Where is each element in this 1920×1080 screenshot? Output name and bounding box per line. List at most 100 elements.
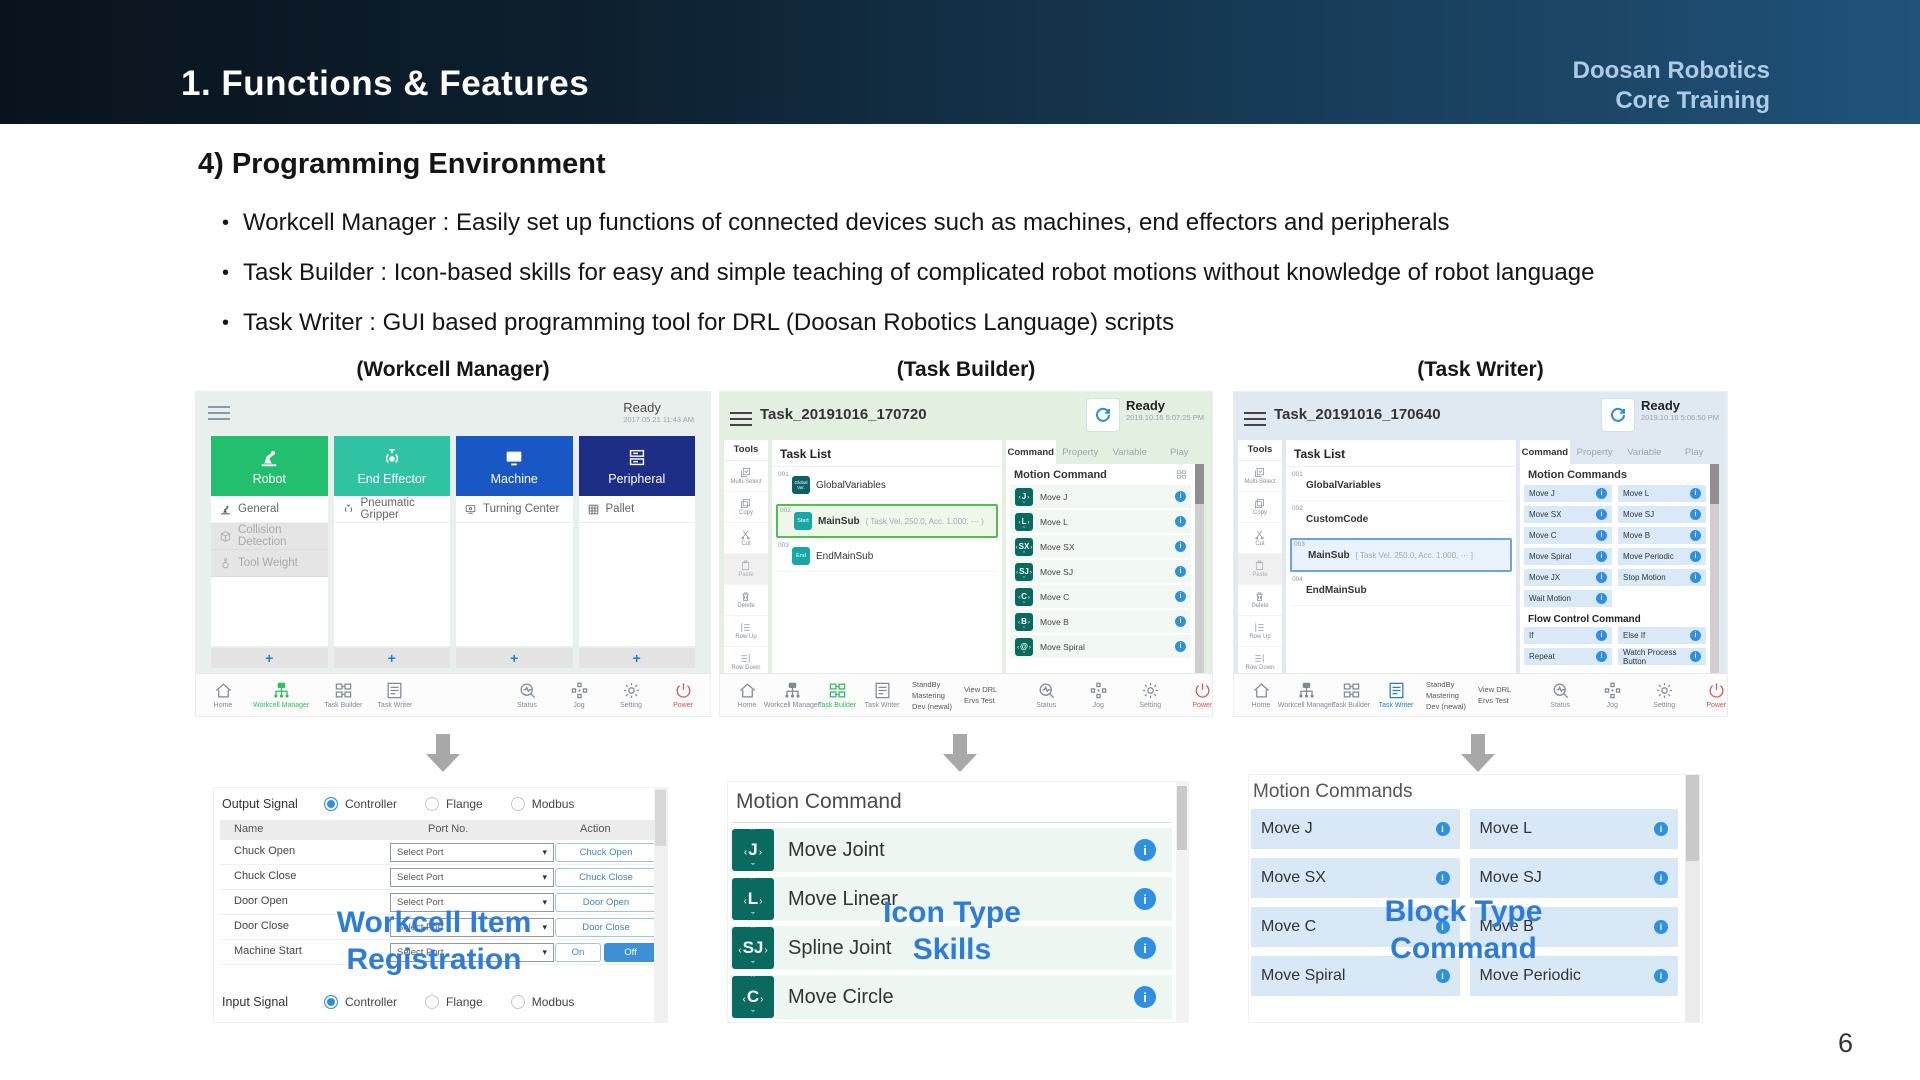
- toolbar-item-home[interactable]: Home: [208, 681, 238, 709]
- toolbar-item-workcell-manager[interactable]: Workcell Manager: [253, 681, 309, 709]
- task-row[interactable]: 001 GlobalVariables: [1290, 470, 1512, 501]
- info-icon[interactable]: [1690, 509, 1701, 520]
- info-icon[interactable]: [1654, 871, 1668, 885]
- port-select[interactable]: Select Port: [390, 868, 554, 887]
- tab-variable[interactable]: Variable: [1105, 440, 1155, 464]
- grid-view-icon[interactable]: [1176, 469, 1187, 480]
- toolbar-item-status[interactable]: Status: [512, 681, 542, 709]
- info-icon[interactable]: [1596, 593, 1607, 604]
- list-item[interactable]: Turning Center: [456, 496, 573, 523]
- tab-property[interactable]: Property: [1056, 440, 1106, 464]
- command-block[interactable]: If: [1524, 627, 1612, 644]
- delete-button[interactable]: Delete: [724, 585, 768, 616]
- toolbar-item-home[interactable]: Home: [732, 681, 762, 709]
- command-block[interactable]: Repeat: [1524, 648, 1612, 665]
- info-icon[interactable]: [1596, 509, 1607, 520]
- toolbar-item-home[interactable]: Home: [1246, 681, 1276, 709]
- task-row[interactable]: 001 Global Var.GlobalVariables: [776, 470, 998, 501]
- toolbar-item-power[interactable]: Power: [668, 681, 698, 709]
- row-down-button[interactable]: Row Down: [724, 647, 768, 674]
- command-item[interactable]: SJMove SJ: [1010, 560, 1191, 583]
- servo-state-icon[interactable]: [1601, 398, 1635, 432]
- toolbar-item-workcell-manager[interactable]: Workcell Manager: [777, 681, 807, 709]
- info-icon[interactable]: [1690, 651, 1701, 662]
- peripheral-card[interactable]: Peripheral: [579, 436, 696, 496]
- machine-card[interactable]: Machine: [456, 436, 573, 496]
- info-icon[interactable]: [1690, 488, 1701, 499]
- row-up-button[interactable]: Row Up: [724, 616, 768, 647]
- info-icon[interactable]: [1596, 630, 1607, 641]
- tab-play[interactable]: Play: [1669, 440, 1719, 464]
- info-icon[interactable]: [1596, 488, 1607, 499]
- radio-modbus[interactable]: Modbus: [511, 995, 575, 1009]
- command-block[interactable]: Move SX: [1251, 858, 1460, 898]
- command-block[interactable]: Move J: [1524, 485, 1612, 502]
- toolbar-item-status[interactable]: Status: [1031, 681, 1061, 709]
- chuck-open-button[interactable]: Chuck Open: [555, 843, 657, 862]
- toolbar-item-task-writer[interactable]: Task Writer: [867, 681, 897, 709]
- info-icon[interactable]: [1690, 572, 1701, 583]
- chuck-close-button[interactable]: Chuck Close: [555, 868, 657, 887]
- command-block[interactable]: Else If: [1618, 627, 1706, 644]
- delete-button[interactable]: Delete: [1238, 585, 1282, 616]
- copy-button[interactable]: Copy: [1238, 492, 1282, 523]
- command-block[interactable]: Move JX: [1524, 569, 1612, 586]
- copy-button[interactable]: Copy: [724, 492, 768, 523]
- radio-flange[interactable]: Flange: [425, 995, 483, 1009]
- add-workcell-item-button[interactable]: +: [456, 648, 573, 668]
- info-icon[interactable]: [1690, 530, 1701, 541]
- list-item[interactable]: General: [211, 496, 328, 523]
- command-item[interactable]: SXMove SX: [1010, 535, 1191, 558]
- command-item[interactable]: BMove B: [1010, 610, 1191, 633]
- info-icon[interactable]: [1175, 516, 1186, 527]
- radio-controller[interactable]: Controller: [324, 995, 397, 1009]
- toolbar-item-jog[interactable]: Jog: [1597, 681, 1627, 709]
- info-icon[interactable]: [1175, 491, 1186, 502]
- info-icon[interactable]: [1654, 822, 1668, 836]
- toolbar-item-jog[interactable]: Jog: [564, 681, 594, 709]
- info-icon[interactable]: [1596, 651, 1607, 662]
- command-block[interactable]: Move J: [1251, 809, 1460, 849]
- info-icon[interactable]: [1134, 839, 1156, 861]
- skill-item[interactable]: JMove Joint: [730, 828, 1172, 872]
- info-icon[interactable]: [1175, 591, 1186, 602]
- tab-variable[interactable]: Variable: [1620, 440, 1670, 464]
- robot-card[interactable]: Robot: [211, 436, 328, 496]
- command-block[interactable]: Move Spiral: [1524, 548, 1612, 565]
- row-down-button[interactable]: Row Down: [1238, 647, 1282, 674]
- toolbar-item-status[interactable]: Status: [1545, 681, 1575, 709]
- list-item[interactable]: Pallet: [579, 496, 696, 523]
- command-item[interactable]: JMove J: [1010, 485, 1191, 508]
- tab-play[interactable]: Play: [1155, 440, 1205, 464]
- toolbar-item-task-builder[interactable]: Task Builder: [822, 681, 852, 709]
- skill-item[interactable]: CMove Circle: [730, 975, 1172, 1019]
- multi-select-button[interactable]: Multi-Select: [724, 461, 768, 492]
- command-block[interactable]: Move L: [1618, 485, 1706, 502]
- task-row-selected[interactable]: 002 StartMainSub( Task Vel. 250.0, Acc. …: [776, 504, 998, 538]
- scrollbar[interactable]: [1195, 464, 1204, 674]
- radio-controller[interactable]: Controller: [324, 797, 397, 811]
- info-icon[interactable]: [1596, 572, 1607, 583]
- radio-flange[interactable]: Flange: [425, 797, 483, 811]
- command-block[interactable]: Move Periodic: [1618, 548, 1706, 565]
- toolbar-item-task-builder[interactable]: Task Builder: [1336, 681, 1366, 709]
- scrollbar[interactable]: [1710, 464, 1719, 674]
- command-block[interactable]: Move SJ: [1618, 506, 1706, 523]
- info-icon[interactable]: [1436, 871, 1450, 885]
- menu-icon[interactable]: [730, 408, 752, 430]
- command-block[interactable]: Move C: [1524, 527, 1612, 544]
- list-item[interactable]: Pneumatic Gripper: [334, 496, 451, 523]
- scrollbar[interactable]: [654, 788, 667, 1022]
- info-icon[interactable]: [1596, 530, 1607, 541]
- info-icon[interactable]: [1690, 551, 1701, 562]
- info-icon[interactable]: [1436, 969, 1450, 983]
- toolbar-item-task-writer[interactable]: Task Writer: [377, 681, 412, 709]
- command-item[interactable]: CMove C: [1010, 585, 1191, 608]
- toolbar-item-power[interactable]: Power: [1187, 681, 1212, 709]
- command-block[interactable]: Stop Motion: [1618, 569, 1706, 586]
- command-block[interactable]: Wait Motion: [1524, 590, 1612, 607]
- info-icon[interactable]: [1175, 541, 1186, 552]
- info-icon[interactable]: [1175, 641, 1186, 652]
- task-row[interactable]: 003 EndEndMainSub: [776, 541, 998, 572]
- add-workcell-item-button[interactable]: +: [579, 648, 696, 668]
